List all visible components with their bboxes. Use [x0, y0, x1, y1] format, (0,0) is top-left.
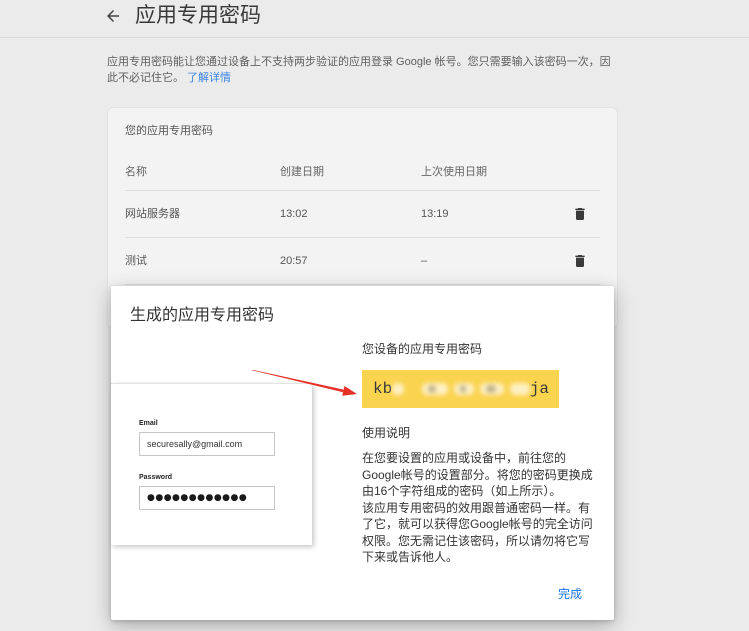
done-button[interactable]: 完成 [548, 584, 592, 604]
row-created: 13:02 [280, 208, 308, 220]
generated-password-dialog: 生成的应用专用密码 Email securesally@gmail.com Pa… [111, 286, 614, 620]
instructions-line: 了它，就可以获得您Google帐号的完全访问 [362, 517, 593, 531]
redaction-blur [460, 385, 466, 393]
header-divider [0, 37, 749, 38]
redaction-blur [510, 383, 530, 395]
column-header-created: 创建日期 [280, 166, 324, 178]
illustration-email-field: securesally@gmail.com [139, 432, 275, 456]
annotation-arrow-head [342, 386, 357, 396]
page-title: 应用专用密码 [135, 4, 261, 27]
redaction-blur [486, 385, 496, 393]
instructions-line: 在您要设置的应用或设备中，前往您的 [362, 451, 567, 465]
password-start: kb [373, 380, 393, 398]
illustration-password-label: Password [139, 474, 173, 481]
generated-password-box: kb ja [362, 370, 559, 408]
row-last-used: 13:19 [421, 208, 449, 220]
back-button[interactable] [101, 4, 125, 28]
learn-more-link[interactable]: 了解详情 [187, 72, 231, 84]
intro-paragraph: 应用专用密码能让您通过设备上不支持两步验证的应用登录 Google 帐号。您只需… [107, 54, 619, 86]
instructions-line: 该应用专用密码的效用跟普通密码一样。有 [362, 500, 591, 515]
row-name: 测试 [125, 255, 147, 267]
row-divider [125, 284, 600, 285]
password-heading: 您设备的应用专用密码 [362, 342, 483, 356]
redaction-blur [392, 383, 404, 395]
column-header-last-used: 上次使用日期 [421, 166, 487, 178]
trash-icon [575, 255, 585, 267]
instructions-line: Google帐号的设置部分。将您的密码更换成 [362, 467, 593, 482]
instructions-text: 在您要设置的应用或设备中，前往您的 Google帐号的设置部分。将您的密码更换成… [362, 450, 607, 566]
trash-icon [575, 208, 585, 220]
illustration-password-field: ●●●●●●●●●●●● [139, 486, 275, 510]
instructions-heading: 使用说明 [362, 426, 411, 440]
instructions-line: 下来或告诉他人。 [362, 550, 459, 564]
table-header: 名称 创建日期 上次使用日期 [108, 155, 617, 190]
redaction-blur [428, 385, 436, 393]
delete-button[interactable] [572, 206, 588, 222]
intro-text: 应用专用密码能让您通过设备上不支持两步验证的应用登录 Google 帐号。您只需… [107, 56, 611, 84]
column-header-name: 名称 [125, 166, 147, 178]
row-created: 20:57 [280, 255, 308, 267]
arrow-left-icon [107, 10, 119, 22]
row-last-used: – [421, 255, 428, 267]
row-name: 网站服务器 [125, 208, 180, 220]
card-title: 您的应用专用密码 [125, 125, 213, 137]
login-illustration: Email securesally@gmail.com Password ●●●… [111, 383, 312, 545]
password-end: ja [529, 380, 549, 398]
delete-button[interactable] [572, 253, 588, 269]
instructions-line: 由16个字符组成的密码（如上所示）。 [362, 484, 562, 498]
table-row: 网站服务器 13:02 13:19 [108, 191, 617, 237]
table-row: 测试 20:57 – [108, 238, 617, 284]
illustration-email-label: Email [139, 420, 158, 427]
dialog-title: 生成的应用专用密码 [130, 307, 275, 324]
instructions-line: 权限。您无需记住该密码，所以请勿将它写 [362, 533, 591, 548]
page-header: 应用专用密码 [0, 0, 749, 37]
